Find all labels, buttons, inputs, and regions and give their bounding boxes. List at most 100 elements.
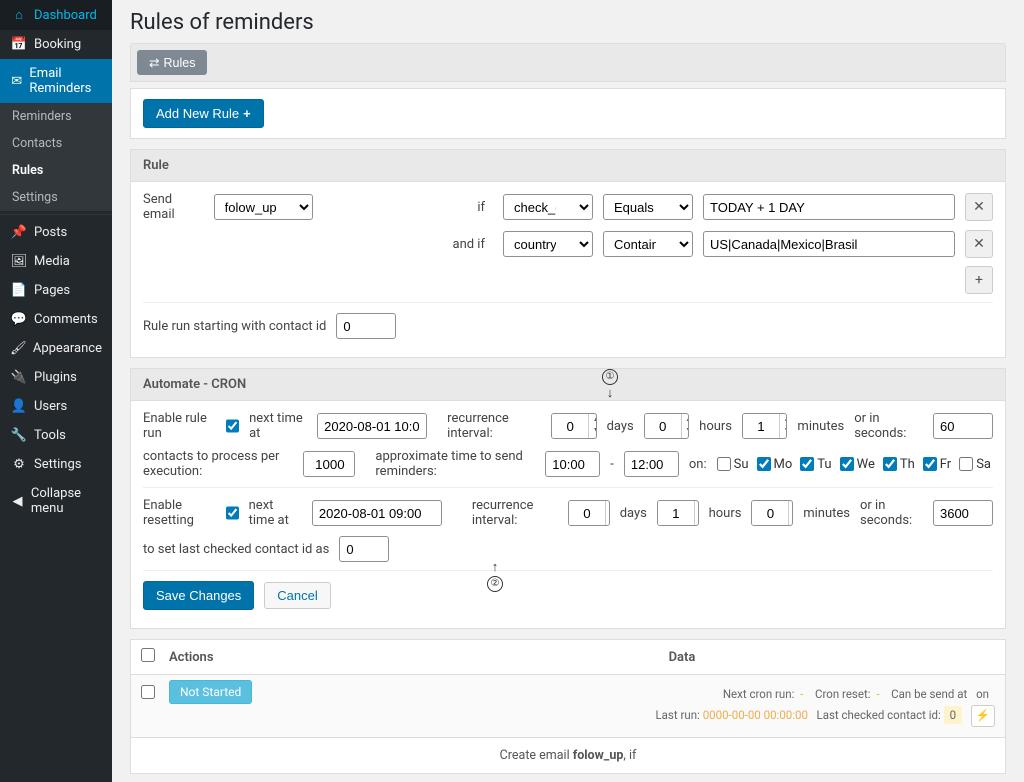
add-new-rule-button[interactable]: Add New Rule+ xyxy=(143,99,264,128)
time-to-input[interactable] xyxy=(624,451,679,477)
col-actions: Actions xyxy=(169,650,369,665)
sidebar-item-pages[interactable]: 📄Pages xyxy=(0,276,112,305)
contacts-per-exec-label: contacts to process per execution: xyxy=(143,449,293,479)
sidebar-item-posts[interactable]: 📌Posts xyxy=(0,218,112,247)
row-meta: Next cron run: - Cron reset: - Can be se… xyxy=(369,685,995,727)
annotation-2: ↑② xyxy=(487,559,503,592)
sidebar-item-dashboard[interactable]: ⌂Dashboard xyxy=(0,0,112,30)
day-fr[interactable]: Fr xyxy=(923,457,953,472)
col-data: Data xyxy=(369,650,995,665)
reset-minutes-spinner[interactable]: ▲▼ xyxy=(751,500,793,526)
menu-icon: 💬 xyxy=(10,312,28,327)
sidebar-item-plugins[interactable]: 🔌Plugins xyxy=(0,363,112,392)
send-email-label: Send email xyxy=(143,192,206,222)
rule-next-time-input[interactable] xyxy=(317,413,427,439)
menu-icon: 🔧 xyxy=(10,428,28,443)
contacts-per-exec-spinner[interactable]: ▲▼ xyxy=(303,451,356,477)
time-from-input[interactable] xyxy=(545,451,600,477)
main-content: Rules of reminders ⇄Rules Add New Rule+ … xyxy=(112,0,1024,782)
tab-bar: ⇄Rules xyxy=(130,43,1006,82)
add-condition-button[interactable]: + xyxy=(965,266,993,294)
remove-condition-button[interactable]: ✕ xyxy=(965,193,993,221)
menu-icon: 🖌 xyxy=(10,341,27,356)
reset-hours-spinner[interactable]: ▲▼ xyxy=(657,500,699,526)
sidebar-item-appearance[interactable]: 🖌Appearance xyxy=(0,334,112,363)
save-changes-button[interactable]: Save Changes xyxy=(143,581,254,610)
day-tu[interactable]: Tu xyxy=(800,457,833,472)
condition-field-select[interactable]: country xyxy=(503,231,593,257)
menu-icon: 📄 xyxy=(10,283,28,298)
approx-time-label: approximate time to send reminders: xyxy=(375,449,535,479)
rule-heading: Rule xyxy=(131,150,1005,182)
plus-icon: + xyxy=(243,106,251,121)
select-all-checkbox[interactable] xyxy=(141,648,155,662)
sidebar: ⌂Dashboard📅Booking✉Email Reminders Remin… xyxy=(0,0,112,782)
set-last-checked-input[interactable] xyxy=(339,536,389,562)
sidebar-item-collapse-menu[interactable]: ◀Collapse menu xyxy=(0,479,112,523)
hours-spinner[interactable]: ▲▼ xyxy=(644,413,689,439)
start-id-label: Rule run starting with contact id xyxy=(143,319,326,334)
day-we[interactable]: We xyxy=(840,457,877,472)
condition-op-select[interactable]: Equals xyxy=(603,194,693,220)
sidebar-item-users[interactable]: 👤Users xyxy=(0,392,112,421)
cancel-button[interactable]: Cancel xyxy=(264,582,330,609)
menu-icon: 📌 xyxy=(10,225,28,240)
email-template-select[interactable]: folow_up xyxy=(214,194,313,220)
plus-icon: + xyxy=(975,272,983,288)
sidebar-item-tools[interactable]: 🔧Tools xyxy=(0,421,112,450)
not-started-badge[interactable]: Not Started xyxy=(169,680,252,704)
condition-field-select[interactable]: check_out xyxy=(503,194,593,220)
enable-resetting-checkbox[interactable] xyxy=(226,506,239,520)
menu-icon: 👤 xyxy=(10,399,28,414)
set-last-checked-label: to set last checked contact id as xyxy=(143,542,329,557)
day-su[interactable]: Su xyxy=(717,457,751,472)
submenu-rules[interactable]: Rules xyxy=(0,157,112,184)
rule-seconds-input[interactable] xyxy=(933,413,993,439)
sidebar-item-booking[interactable]: 📅Booking xyxy=(0,30,112,59)
row-checkbox[interactable] xyxy=(141,685,155,699)
tab-rules[interactable]: ⇄Rules xyxy=(137,50,207,75)
add-rule-panel: Add New Rule+ xyxy=(130,88,1006,139)
recurrence-label: recurrence interval: xyxy=(447,411,541,441)
condition-value-input[interactable] xyxy=(703,194,955,220)
menu-icon: 📅 xyxy=(10,37,28,52)
close-icon: ✕ xyxy=(973,236,985,252)
sidebar-item-comments[interactable]: 💬Comments xyxy=(0,305,112,334)
table-row: Not Started Next cron run: - Cron reset:… xyxy=(130,675,1006,738)
enable-rule-run-label: Enable rule run xyxy=(143,411,216,441)
reset-seconds-input[interactable] xyxy=(933,500,993,526)
submenu-settings[interactable]: Settings xyxy=(0,184,112,211)
and-if-label: and if xyxy=(453,237,486,252)
menu-icon: 🔌 xyxy=(10,370,28,385)
if-label: if xyxy=(477,200,485,215)
cron-section: Automate - CRON ①↓ Enable rule run next … xyxy=(130,368,1006,629)
remove-condition-button[interactable]: ✕ xyxy=(965,230,993,258)
day-sa[interactable]: Sa xyxy=(959,457,993,472)
cron-heading: Automate - CRON xyxy=(131,369,1005,401)
next-time-label: next time at xyxy=(249,411,307,441)
page-title: Rules of reminders xyxy=(130,10,1006,35)
reset-days-spinner[interactable]: ▲▼ xyxy=(568,500,610,526)
day-th[interactable]: Th xyxy=(883,457,917,472)
menu-icon: ◀ xyxy=(10,494,25,509)
enable-rule-run-checkbox[interactable] xyxy=(226,419,239,433)
sidebar-item-email-reminders[interactable]: ✉Email Reminders xyxy=(0,59,112,103)
start-id-input[interactable] xyxy=(336,313,396,339)
menu-icon: ✉ xyxy=(10,74,23,89)
day-mo[interactable]: Mo xyxy=(757,457,795,472)
create-email-line: Create email folow_up, if xyxy=(130,738,1006,774)
sidebar-item-media[interactable]: 🖼Media xyxy=(0,247,112,276)
condition-value-input[interactable] xyxy=(703,231,955,257)
shuffle-icon: ⇄ xyxy=(149,56,159,70)
sidebar-item-settings[interactable]: ⚙Settings xyxy=(0,450,112,479)
submenu-reminders[interactable]: Reminders xyxy=(0,103,112,130)
table-header: Actions Data xyxy=(130,639,1006,675)
close-icon: ✕ xyxy=(973,199,985,215)
run-now-button[interactable]: ⚡ xyxy=(971,705,995,727)
reset-next-time-input[interactable] xyxy=(312,500,442,526)
days-spinner[interactable]: ▲▼ xyxy=(551,413,596,439)
menu-icon: ⚙ xyxy=(10,457,28,472)
minutes-spinner[interactable]: ▲▼ xyxy=(742,413,787,439)
submenu-contacts[interactable]: Contacts xyxy=(0,130,112,157)
condition-op-select[interactable]: Contain xyxy=(603,231,693,257)
